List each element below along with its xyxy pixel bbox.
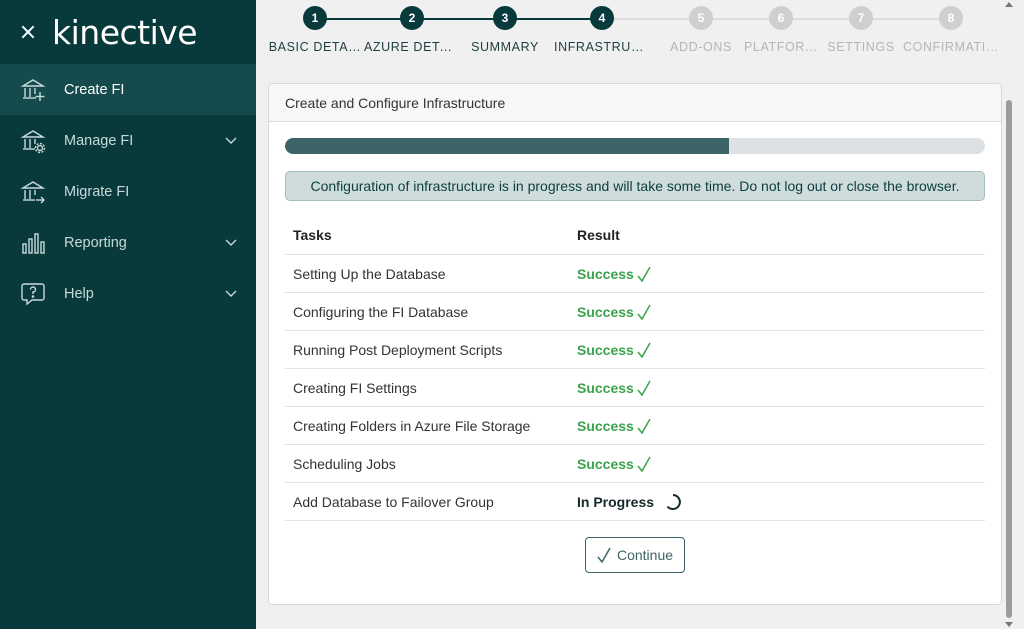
sidebar-item-migrate-fi[interactable]: Migrate FI — [0, 166, 256, 217]
tasks-table: Tasks Result Setting Up the Database Suc… — [285, 216, 985, 521]
sidebar-item-manage-fi[interactable]: Manage FI — [0, 115, 256, 166]
result-label: Success — [577, 341, 634, 358]
chevron-down-icon[interactable] — [224, 286, 238, 300]
table-row: Add Database to Failover Group In Progre… — [285, 483, 985, 521]
step-label: INFRASTRUCT… — [554, 40, 650, 54]
sidebar-item-label: Migrate FI — [64, 183, 130, 200]
result-label: In Progress — [577, 493, 655, 510]
progress-bar — [285, 138, 985, 154]
table-row: Scheduling Jobs Success — [285, 445, 985, 483]
bank-arrow-icon — [20, 179, 46, 205]
table-header-row: Tasks Result — [285, 216, 985, 255]
sidebar-item-label: Manage FI — [64, 132, 134, 149]
step-azure-details[interactable]: 2 AZURE DETA… — [364, 6, 460, 54]
scroll-down-arrow-icon[interactable] — [1005, 622, 1013, 627]
scrollbar-thumb[interactable] — [1006, 100, 1012, 618]
card-title: Create and Configure Infrastructure — [269, 84, 1001, 122]
scroll-up-arrow-icon[interactable] — [1005, 2, 1013, 7]
column-header-tasks: Tasks — [293, 227, 332, 243]
bar-chart-icon — [20, 230, 46, 256]
result-label: Success — [577, 379, 634, 396]
chevron-down-icon[interactable] — [224, 133, 238, 147]
progress-bar-fill — [285, 138, 729, 154]
sidebar-item-label: Help — [64, 285, 94, 302]
result-label: Success — [577, 265, 634, 282]
step-number: 4 — [590, 6, 614, 30]
task-result: In Progress — [577, 493, 985, 511]
step-number: 5 — [689, 6, 713, 30]
continue-button-label: Continue — [616, 547, 674, 563]
task-result: Success — [577, 266, 985, 282]
step-infrastructure[interactable]: 4 INFRASTRUCT… — [554, 6, 650, 54]
task-name: Setting Up the Database — [293, 265, 446, 282]
step-label: AZURE DETA… — [364, 40, 460, 54]
infrastructure-card: Create and Configure Infrastructure Conf… — [268, 83, 1002, 605]
step-number: 3 — [493, 6, 517, 30]
task-name: Scheduling Jobs — [293, 455, 396, 472]
task-result: Success — [577, 418, 985, 434]
sidebar-item-create-fi[interactable]: Create FI — [0, 64, 256, 115]
sidebar-header: kinective — [0, 0, 256, 64]
chevron-down-icon[interactable] — [224, 235, 238, 249]
task-result: Success — [577, 342, 985, 358]
table-row: Configuring the FI Database Success — [285, 293, 985, 331]
spinner-icon — [666, 493, 681, 510]
check-icon — [637, 380, 651, 396]
step-label: SETTINGS — [827, 40, 895, 54]
step-confirmation[interactable]: 8 CONFIRMATI… — [903, 6, 999, 54]
bank-gear-icon — [20, 128, 46, 154]
task-name: Running Post Deployment Scripts — [293, 341, 503, 358]
check-icon — [637, 266, 651, 282]
sidebar: kinective Create FI Manage FI Migrate FI… — [0, 0, 256, 629]
step-number: 1 — [303, 6, 327, 30]
check-icon — [637, 418, 651, 434]
step-settings[interactable]: 7 SETTINGS — [813, 6, 909, 54]
result-label: Success — [577, 303, 634, 320]
bank-plus-icon — [20, 77, 46, 103]
step-summary[interactable]: 3 SUMMARY — [457, 6, 553, 54]
task-name: Creating FI Settings — [293, 379, 417, 396]
column-header-result: Result — [577, 227, 620, 243]
table-row: Running Post Deployment Scripts Success — [285, 331, 985, 369]
task-name: Creating Folders in Azure File Storage — [293, 417, 531, 434]
sidebar-item-label: Create FI — [64, 81, 125, 98]
brand-logo: kinective — [52, 12, 198, 52]
task-result: Success — [577, 456, 985, 472]
sidebar-item-label: Reporting — [64, 234, 127, 251]
vertical-scrollbar[interactable] — [1004, 0, 1014, 629]
sidebar-item-help[interactable]: Help — [0, 268, 256, 319]
continue-button[interactable]: Continue — [585, 537, 685, 573]
step-basic-details[interactable]: 1 BASIC DETA… — [267, 6, 363, 54]
check-icon — [637, 304, 651, 320]
check-icon — [637, 342, 651, 358]
close-icon[interactable] — [18, 22, 38, 42]
table-row: Creating FI Settings Success — [285, 369, 985, 407]
step-number: 7 — [849, 6, 873, 30]
step-label: SUMMARY — [471, 40, 539, 54]
table-row: Setting Up the Database Success — [285, 255, 985, 293]
task-result: Success — [577, 304, 985, 320]
step-label: BASIC DETA… — [268, 40, 362, 54]
check-icon — [597, 547, 611, 563]
step-label: CONFIRMATI… — [903, 40, 999, 54]
result-label: Success — [577, 417, 634, 434]
task-result: Success — [577, 380, 985, 396]
info-alert: Configuration of infrastructure is in pr… — [285, 171, 985, 201]
step-number: 8 — [939, 6, 963, 30]
help-bubble-icon — [20, 281, 46, 307]
main-content: 1 BASIC DETA… 2 AZURE DETA… 3 SUMMARY 4 … — [256, 0, 1014, 629]
task-name: Add Database to Failover Group — [293, 493, 494, 510]
result-label: Success — [577, 455, 634, 472]
step-number: 2 — [400, 6, 424, 30]
sidebar-item-reporting[interactable]: Reporting — [0, 217, 256, 268]
check-icon — [637, 456, 651, 472]
task-name: Configuring the FI Database — [293, 303, 469, 320]
step-number: 6 — [769, 6, 793, 30]
wizard-stepper: 1 BASIC DETA… 2 AZURE DETA… 3 SUMMARY 4 … — [266, 0, 1006, 64]
table-row: Creating Folders in Azure File Storage S… — [285, 407, 985, 445]
